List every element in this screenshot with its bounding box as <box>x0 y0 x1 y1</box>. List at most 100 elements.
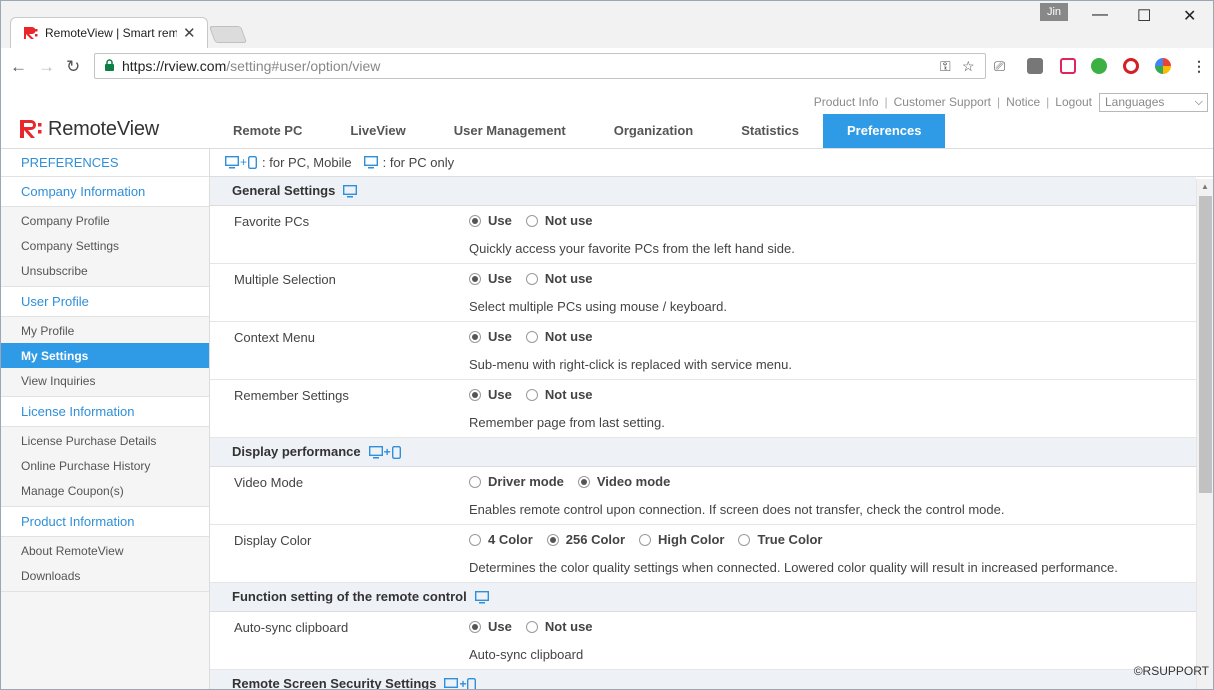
radio-driver-mode[interactable]: Driver mode <box>469 474 564 489</box>
languages-label: Languages <box>1105 95 1165 109</box>
section-title: General Settings <box>232 183 336 198</box>
profile-badge[interactable]: Jin <box>1040 3 1068 21</box>
section-title: Function setting of the remote control <box>232 589 467 604</box>
nav-liveview[interactable]: LiveView <box>326 114 429 149</box>
setting-description: Remember page from last setting. <box>469 415 665 430</box>
scroll-up-icon[interactable]: ▲ <box>1201 182 1209 191</box>
scrollbar-thumb[interactable] <box>1199 196 1212 493</box>
radio-label: 4 Color <box>488 532 533 547</box>
radio-use[interactable]: Use <box>469 619 512 634</box>
setting-label: Display Color <box>234 533 312 548</box>
new-tab-button[interactable] <box>208 26 248 43</box>
radio-button-selected[interactable] <box>469 330 481 343</box>
radio-high-color[interactable]: High Color <box>639 532 724 547</box>
key-icon[interactable]: ⚿ <box>940 58 951 75</box>
top-link-notice[interactable]: Notice <box>1006 95 1040 109</box>
radio-use[interactable]: Use <box>469 387 512 402</box>
extension-pocket-icon[interactable] <box>1060 58 1076 74</box>
radio-use[interactable]: Use <box>469 329 512 344</box>
top-link-customer-support[interactable]: Customer Support <box>894 95 991 109</box>
radio-button[interactable] <box>469 533 481 546</box>
radio-button[interactable] <box>525 330 538 343</box>
lock-icon <box>105 59 114 71</box>
radio-use[interactable]: Use <box>469 213 512 228</box>
section-title: Remote Screen Security Settings <box>232 676 437 690</box>
radio-group: Use Not use <box>469 387 607 402</box>
sidebar-item-my-profile[interactable]: My Profile <box>0 318 209 343</box>
sidebar-item-company-profile[interactable]: Company Profile <box>0 208 209 233</box>
radio-video-mode[interactable]: Video mode <box>577 474 670 489</box>
nav-statistics[interactable]: Statistics <box>717 114 823 149</box>
radio-use[interactable]: Use <box>469 271 512 286</box>
radio-label: Not use <box>544 387 593 402</box>
radio-4-color[interactable]: 4 Color <box>469 532 533 547</box>
nav-user-management[interactable]: User Management <box>430 114 590 149</box>
radio-button[interactable] <box>738 533 751 546</box>
settings-content: + : for PC, Mobile : for PC only General… <box>210 149 1214 690</box>
bookmark-star-icon[interactable]: ☆ <box>962 58 975 75</box>
browser-menu-icon[interactable]: ⋮ <box>1192 58 1206 75</box>
nav-organization[interactable]: Organization <box>590 114 717 149</box>
sidebar-item-online-purchase-history[interactable]: Online Purchase History <box>0 453 209 478</box>
radio-button-selected[interactable] <box>469 214 481 227</box>
radio-button[interactable] <box>639 533 652 546</box>
sidebar-section-company-information[interactable]: Company Information <box>0 177 209 207</box>
radio-true-color[interactable]: True Color <box>738 532 823 547</box>
sidebar-item-unsubscribe[interactable]: Unsubscribe <box>0 258 209 283</box>
cast-icon[interactable]: ⎚ <box>994 58 1005 75</box>
radio-not-use[interactable]: Not use <box>525 271 593 286</box>
remoteview-logo-icon <box>20 120 42 138</box>
radio-button-selected[interactable] <box>469 388 481 401</box>
radio-not-use[interactable]: Not use <box>525 213 593 228</box>
extension-opera-icon[interactable] <box>1123 58 1139 74</box>
sidebar-item-about-remoteview[interactable]: About RemoteView <box>0 538 209 563</box>
minimize-icon[interactable]: — <box>1092 6 1108 24</box>
radio-label: 256 Color <box>565 532 626 547</box>
radio-not-use[interactable]: Not use <box>525 329 593 344</box>
radio-label: Not use <box>544 271 593 286</box>
radio-button[interactable] <box>525 214 538 227</box>
extension-icon[interactable] <box>1027 58 1043 74</box>
radio-button-selected[interactable] <box>577 475 590 488</box>
radio-button[interactable] <box>525 272 538 285</box>
logo[interactable]: RemoteView <box>19 117 159 141</box>
scrollbar[interactable]: ▲ <box>1196 179 1214 690</box>
sidebar-item-company-settings[interactable]: Company Settings <box>0 233 209 258</box>
radio-button-selected[interactable] <box>546 533 559 546</box>
extension-evernote-icon[interactable] <box>1091 58 1107 74</box>
radio-button[interactable] <box>525 388 538 401</box>
close-window-icon[interactable]: ✕ <box>1183 6 1196 26</box>
sidebar-item-view-inquiries[interactable]: View Inquiries <box>0 368 209 393</box>
radio-256-color[interactable]: 256 Color <box>546 532 626 547</box>
radio-not-use[interactable]: Not use <box>525 619 593 634</box>
sidebar-section-license-information[interactable]: License Information <box>0 397 209 427</box>
extension-google-icon[interactable] <box>1155 58 1171 74</box>
sidebar-item-my-settings[interactable]: My Settings <box>0 343 209 368</box>
top-link-logout[interactable]: Logout <box>1055 95 1092 109</box>
sidebar-item-license-purchase-details[interactable]: License Purchase Details <box>0 428 209 453</box>
maximize-icon[interactable]: ☐ <box>1137 6 1151 26</box>
radio-button-selected[interactable] <box>469 620 481 633</box>
url-host: https://rview.com <box>122 58 227 74</box>
tab-close-icon[interactable]: ✕ <box>183 24 196 42</box>
setting-label: Remember Settings <box>234 388 349 403</box>
radio-button-selected[interactable] <box>469 272 481 285</box>
back-icon[interactable]: ← <box>10 57 27 77</box>
forward-icon[interactable]: → <box>38 57 55 77</box>
sidebar-group: About RemoteView Downloads <box>0 537 209 592</box>
nav-preferences[interactable]: Preferences <box>823 114 946 149</box>
radio-group: Driver mode Video mode <box>469 474 684 489</box>
radio-group: Use Not use <box>469 271 607 286</box>
top-link-product-info[interactable]: Product Info <box>814 95 879 109</box>
sidebar-item-manage-coupons[interactable]: Manage Coupon(s) <box>0 478 209 503</box>
radio-button[interactable] <box>525 620 538 633</box>
nav-remote-pc[interactable]: Remote PC <box>209 114 326 149</box>
sidebar-section-user-profile[interactable]: User Profile <box>0 287 209 317</box>
plus-sign: + <box>459 677 467 690</box>
reload-icon[interactable]: ↻ <box>66 57 80 77</box>
radio-not-use[interactable]: Not use <box>525 387 593 402</box>
languages-select[interactable]: Languages ⌵ <box>1099 93 1208 112</box>
sidebar-item-downloads[interactable]: Downloads <box>0 563 209 588</box>
radio-button[interactable] <box>469 475 481 488</box>
sidebar-section-product-information[interactable]: Product Information <box>0 507 209 537</box>
